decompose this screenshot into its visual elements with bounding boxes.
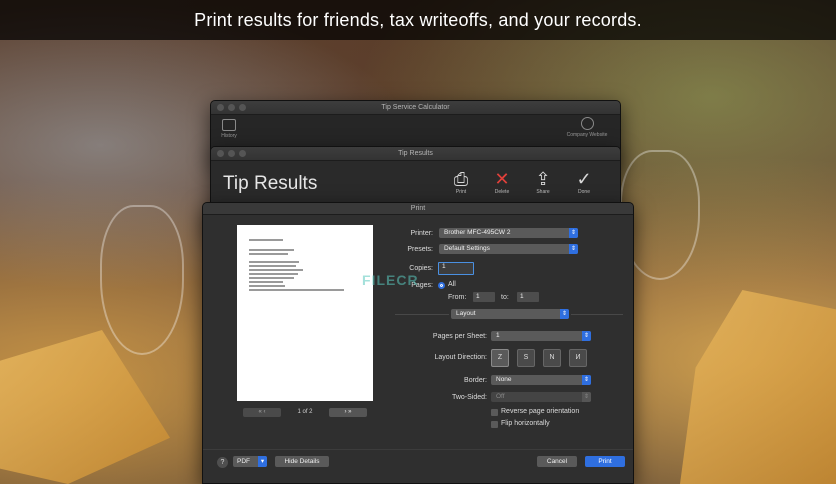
pages-from-value: 1: [476, 293, 480, 300]
two-sided-label: Two-Sided:: [451, 394, 487, 401]
banner-text: Print results for friends, tax writeoffs…: [194, 9, 642, 30]
presets-label: Presets:: [407, 246, 433, 253]
pages-from-field[interactable]: 1: [473, 292, 495, 302]
preview-text-line: [249, 239, 283, 241]
updown-chevron-icon: ⇕: [560, 309, 569, 319]
updown-chevron-icon: ⇕: [582, 331, 591, 341]
preview-text-line: [249, 269, 303, 271]
main-window-titlebar: Tip Service Calculator: [211, 101, 620, 115]
border-value: None: [496, 376, 512, 383]
presets-select[interactable]: Default Settings ⇕: [439, 244, 578, 254]
pages-per-sheet-select[interactable]: 1 ⇕: [491, 331, 591, 341]
preview-text-line: [249, 261, 300, 263]
layout-direction-label: Layout Direction:: [434, 354, 487, 361]
printer-icon: ⎙: [453, 169, 469, 189]
reverse-orientation-checkbox[interactable]: [491, 409, 498, 416]
previous-page-button[interactable]: « ‹: [243, 407, 281, 417]
pdf-menu-button[interactable]: PDF ▾: [233, 456, 267, 467]
pages-to-label: to:: [501, 294, 509, 301]
print-dialog-titlebar: Print: [203, 203, 633, 215]
section-value: Layout: [456, 310, 476, 317]
reverse-orientation-label: Reverse page orientation: [501, 408, 580, 415]
print-button[interactable]: Print: [585, 456, 625, 467]
history-button[interactable]: History: [217, 119, 241, 139]
promo-banner: Print results for friends, tax writeoffs…: [0, 0, 836, 40]
tip-results-titlebar: Tip Results: [211, 147, 620, 161]
border-label: Border:: [464, 377, 487, 384]
next-page-button[interactable]: › »: [328, 407, 367, 417]
done-tool-label: Done: [578, 189, 590, 195]
preview-text-line: [249, 289, 345, 291]
done-tool-button[interactable]: ✓ Done: [571, 169, 597, 195]
bottom-divider: [203, 449, 633, 450]
layout-direction-n-icon[interactable]: N: [543, 349, 561, 367]
print-dialog: Print « ‹ 1 of 2 › » Printer: Brother MF…: [202, 202, 634, 484]
pages-per-sheet-value: 1: [496, 332, 500, 339]
delete-tool-label: Delete: [494, 189, 510, 195]
page-indicator: 1 of 2: [297, 409, 313, 415]
border-select[interactable]: None ⇕: [491, 375, 591, 385]
hide-details-button[interactable]: Hide Details: [275, 456, 329, 467]
napkin-right: [680, 290, 836, 484]
print-tool-button[interactable]: ⎙ Print: [448, 169, 474, 195]
share-tool-button[interactable]: ⇪ Share: [530, 169, 556, 195]
watermark: FILECR: [362, 272, 419, 288]
preview-text-line: [249, 253, 289, 255]
layout-direction-s-icon[interactable]: S: [517, 349, 535, 367]
preview-text-line: [249, 277, 294, 279]
updown-chevron-icon: ⇕: [582, 375, 591, 385]
pages-all-radio[interactable]: [438, 282, 445, 289]
delete-tool-button[interactable]: ✕ Delete: [489, 169, 515, 195]
pages-per-sheet-label: Pages per Sheet:: [432, 333, 487, 340]
checkmark-circle-icon: ✓: [576, 169, 592, 189]
history-icon: [222, 119, 236, 131]
tip-results-heading: Tip Results: [223, 173, 318, 194]
history-label: History: [221, 133, 237, 139]
updown-chevron-icon: ⇕: [569, 228, 578, 238]
pages-to-value: 1: [520, 293, 524, 300]
section-select[interactable]: Layout ⇕: [451, 309, 569, 319]
print-dialog-title: Print: [410, 205, 426, 212]
updown-chevron-icon: ⇕: [569, 244, 578, 254]
copies-label: Copies:: [409, 265, 433, 272]
preview-pager: « ‹ 1 of 2 › »: [243, 407, 367, 417]
presets-value: Default Settings: [444, 245, 490, 252]
copies-field[interactable]: 1: [438, 262, 474, 275]
company-website-label: Company Website: [566, 132, 608, 138]
flip-horizontally-label: Flip horizontally: [501, 420, 550, 427]
cancel-button[interactable]: Cancel: [537, 456, 577, 467]
pdf-label: PDF: [237, 458, 250, 465]
main-window-title: Tip Service Calculator: [381, 104, 450, 111]
preview-text-line: [249, 285, 285, 287]
layout-direction-z-icon[interactable]: Z: [491, 349, 509, 367]
company-website-button[interactable]: Company Website: [559, 117, 615, 138]
pages-from-label: From:: [448, 294, 467, 301]
layout-direction-n-reverse-icon[interactable]: И: [569, 349, 587, 367]
separator-left: [395, 314, 449, 315]
printer-label: Printer:: [410, 230, 433, 237]
printer-value: Brother MFC-495CW 2: [444, 229, 511, 236]
chevron-down-icon: ▾: [258, 456, 267, 467]
separator-right: [571, 314, 623, 315]
two-sided-select[interactable]: Off ⇕: [491, 392, 591, 402]
printer-select[interactable]: Brother MFC-495CW 2 ⇕: [439, 228, 578, 238]
delete-x-icon: ✕: [494, 169, 510, 189]
preview-text-line: [249, 265, 297, 267]
tip-results-window-title: Tip Results: [398, 150, 433, 157]
share-icon: ⇪: [535, 169, 551, 189]
flip-horizontally-checkbox[interactable]: [491, 421, 498, 428]
pages-to-field[interactable]: 1: [517, 292, 539, 302]
help-button[interactable]: ?: [217, 457, 228, 468]
preview-text-line: [249, 249, 294, 251]
preview-text-line: [249, 273, 299, 275]
share-tool-label: Share: [536, 189, 550, 195]
pages-all-label: All: [448, 281, 456, 288]
copies-value: 1: [442, 263, 446, 270]
wine-glass-left: [100, 205, 184, 355]
updown-chevron-icon: ⇕: [582, 392, 591, 402]
globe-icon: [580, 117, 594, 130]
preview-text-line: [249, 281, 283, 283]
print-tool-label: Print: [455, 189, 467, 195]
two-sided-value: Off: [496, 393, 505, 400]
